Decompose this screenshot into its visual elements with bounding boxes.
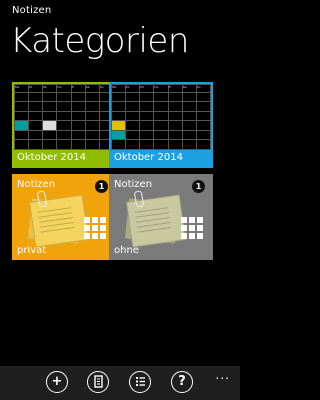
weekday-do: Do <box>153 84 169 93</box>
note-count-badge: 1 <box>192 180 205 193</box>
category-tile-calendar-blue[interactable]: Mo Di Mi Do Fr Sa So Oktober 2014 <box>109 82 213 168</box>
help-button[interactable]: ? <box>171 371 193 393</box>
page-title: Kategorien <box>10 21 189 61</box>
notebook-icon <box>93 375 103 388</box>
weekday-mi: Mi <box>42 84 58 93</box>
paperclip-icon <box>36 190 48 208</box>
weekday-sa: Sa <box>181 84 197 93</box>
note-count-badge: 1 <box>95 180 108 193</box>
weekday-mo: Mo <box>14 84 30 93</box>
help-icon: ? <box>178 374 186 389</box>
weekday-di: Di <box>125 84 141 93</box>
list-icon <box>135 377 145 386</box>
tile-label: privat <box>17 245 47 256</box>
tile-title: Notizen <box>17 179 56 190</box>
weekday-do: Do <box>56 84 72 93</box>
more-icon[interactable]: ... <box>216 368 230 382</box>
app-title: Notizen <box>12 5 52 16</box>
category-tile-calendar-green[interactable]: Mo Di Mi Do Fr Sa So Oktober 2014 <box>12 82 116 168</box>
grid-icon <box>84 217 106 239</box>
weekday-di: Di <box>28 84 44 93</box>
add-icon: + <box>51 374 63 389</box>
paperclip-icon <box>133 190 145 208</box>
weekday-mo: Mo <box>111 84 127 93</box>
calendar-label: Oktober 2014 <box>14 150 114 166</box>
category-tile-ohne[interactable]: Notizen 1 ohne <box>109 174 213 260</box>
tile-title: Notizen <box>114 179 153 190</box>
calendar-grid: Mo Di Mi Do Fr Sa So <box>14 84 114 150</box>
grid-icon <box>181 217 203 239</box>
weekday-fr: Fr <box>167 84 183 93</box>
add-button[interactable]: + <box>46 371 68 393</box>
tile-label: ohne <box>114 245 139 256</box>
app-bar: + ? ... <box>0 366 240 400</box>
calendar-grid: Mo Di Mi Do Fr Sa So <box>111 84 211 150</box>
notebook-button[interactable] <box>87 371 109 393</box>
weekday-sa: Sa <box>84 84 100 93</box>
category-tile-privat[interactable]: Notizen 1 privat <box>12 174 116 260</box>
weekday-so: So <box>195 84 211 93</box>
weekday-mi: Mi <box>139 84 155 93</box>
weekday-fr: Fr <box>70 84 86 93</box>
calendar-label: Oktober 2014 <box>111 150 211 166</box>
list-button[interactable] <box>129 371 151 393</box>
